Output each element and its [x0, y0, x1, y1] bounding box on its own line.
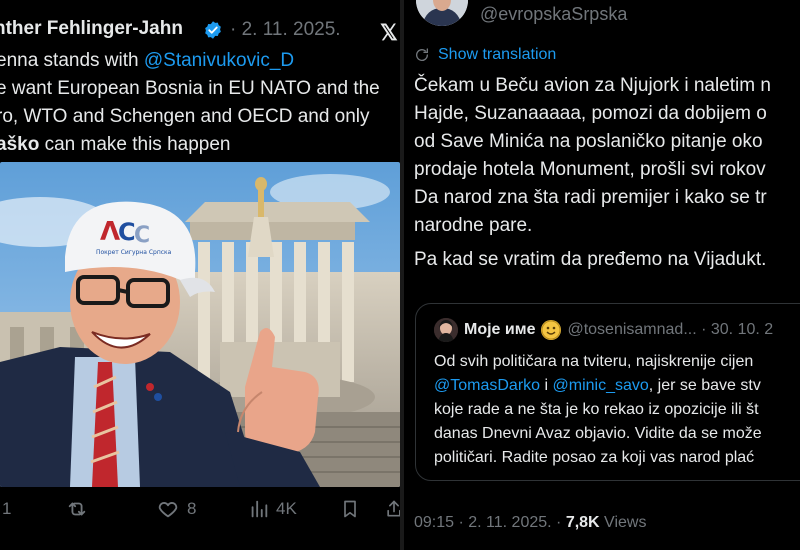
photo-illustration: Λ Ϲ Ϲ Покрет Сигурна Српска	[0, 162, 400, 487]
retweet-button[interactable]	[66, 495, 88, 523]
verified-badge-icon	[205, 21, 221, 39]
quoted-text-line: političari. Radite posao za koji vas nar…	[434, 449, 755, 466]
quoted-tweet[interactable]: Моје име @tosenisamnad... · 30. 10. 2 Od…	[415, 303, 800, 481]
quoted-tweet-body: Od svih političara na tviteru, najiskren…	[434, 350, 800, 470]
quoted-handle-date[interactable]: @tosenisamnad... · 30. 10. 2	[567, 321, 773, 339]
tweet-body: enna stands with @Stanivukovic_D e want …	[0, 47, 400, 159]
tweet-action-bar: 1 8 4K	[0, 495, 400, 525]
quoted-avatar[interactable]	[434, 318, 458, 342]
translate-icon	[416, 48, 429, 61]
retweet-icon	[68, 502, 86, 516]
views-label: Views	[599, 514, 647, 531]
views-count-value: 4K	[276, 499, 297, 518]
quoted-text-line: danas Dnevni Avaz objavio. Vidite da se …	[434, 425, 762, 442]
views-button[interactable]: 4K	[248, 495, 297, 523]
author-name[interactable]: nther Fehlinger-Jahn	[0, 18, 183, 40]
smiley-emoji-icon	[541, 320, 562, 340]
tweet-date[interactable]: · 2. 11. 2025.	[230, 19, 341, 41]
tweet-photo[interactable]: Λ Ϲ Ϲ Покрет Сигурна Српска	[0, 162, 400, 487]
views-icon	[251, 500, 268, 518]
like-button[interactable]: 8	[157, 495, 196, 523]
tweet-body: Čekam u Beču avion za Njujork i naletim …	[414, 72, 800, 274]
share-icon	[387, 500, 400, 517]
left-tweet-panel: nther Fehlinger-Jahn · 2. 11. 2025. 𝕏 en…	[0, 0, 400, 550]
like-icon	[158, 502, 178, 518]
author-handle[interactable]: @evropskaSrpska	[480, 4, 627, 25]
bookmark-button[interactable]	[340, 495, 360, 523]
tweet-text-segment: enna stands with	[0, 50, 144, 71]
tweet-text-line: Hajde, Suzanaaaaa, pomozi da dobijem o	[414, 103, 767, 124]
svg-text:Ϲ: Ϲ	[118, 218, 136, 246]
tweet-text-line: prodaje hotela Monument, prošli svi roko…	[414, 159, 766, 180]
quoted-text-segment: , jer se bave stv	[648, 377, 761, 394]
x-logo-icon[interactable]: 𝕏	[380, 20, 398, 46]
quoted-tweet-header: Моје име @tosenisamnad... · 30. 10. 2	[434, 318, 773, 342]
tweet-text-line: Čekam u Beču avion za Njujork i naletim …	[414, 75, 771, 96]
tweet-timestamp[interactable]: 09:15 · 2. 11. 2025. ·	[414, 514, 566, 531]
quoted-text-line: koje rade a ne šta je ko rekao iz opozic…	[434, 401, 759, 418]
bookmark-icon	[344, 500, 356, 518]
mention-link[interactable]: @TomasDarko	[434, 377, 540, 394]
show-translation-label: Show translation	[438, 46, 557, 63]
svg-text:Ϲ: Ϲ	[134, 223, 150, 248]
quoted-text-segment: i	[540, 377, 553, 394]
tweet-header: nther Fehlinger-Jahn · 2. 11. 2025. 𝕏	[0, 18, 400, 46]
avatar-image	[416, 0, 468, 26]
cap-logo-text: Покрет Сигурна Српска	[96, 249, 172, 256]
reply-count[interactable]: 1	[2, 495, 11, 523]
tweet-text-line: Da narod zna šta radi premijer i kako se…	[414, 187, 767, 208]
tweet-text-line: narodne pare.	[414, 215, 533, 236]
show-translation-link[interactable]: Show translation	[414, 46, 556, 64]
mention-link[interactable]: @minic_savo	[553, 377, 649, 394]
views-count: 7,8K	[565, 514, 600, 531]
quoted-author-name[interactable]: Моје име	[464, 321, 535, 339]
right-tweet-panel: @evropskaSrpska Show translation Čekam u…	[404, 0, 800, 550]
reply-count-value: 1	[2, 499, 12, 518]
quoted-avatar-image	[434, 318, 458, 342]
tweet-meta: 09:15 · 2. 11. 2025. · 7,8K Views	[414, 514, 646, 532]
tweet-text-line: e want European Bosnia in EU NATO and th…	[0, 78, 380, 99]
mention-link[interactable]: @Stanivukovic_D	[144, 50, 294, 71]
tweet-text-line: ro, WTO and Schengen and OECD and only	[0, 106, 370, 127]
share-button[interactable]	[384, 495, 400, 523]
tweet-text-segment: can make this happen	[39, 134, 231, 155]
like-count-value: 8	[187, 499, 197, 518]
tweet-text-bold: aško	[0, 134, 40, 155]
avatar[interactable]	[416, 0, 468, 26]
quoted-text-line: Od svih političara na tviteru, najiskren…	[434, 353, 754, 370]
tweet-text-line: od Save Minića na poslaničko pitanje oko	[414, 131, 763, 152]
tweet-text-line: Pa kad se vratim da pređemo na Vijadukt.	[414, 249, 767, 270]
